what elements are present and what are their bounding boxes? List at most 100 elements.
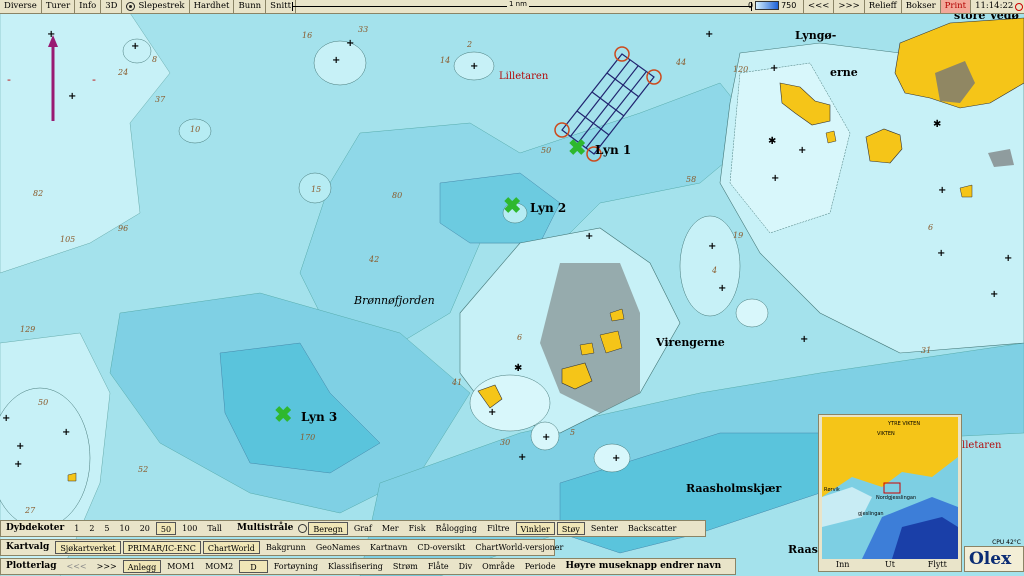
- panel-plotter-layers: Plotterlag <<< >>> Anlegg MOM1 MOM2 D Fo…: [0, 558, 736, 575]
- multibeam-ralogging[interactable]: Rålogging: [432, 522, 481, 535]
- depth-value: 4: [712, 266, 718, 275]
- menu-slepestrek[interactable]: Slepestrek: [122, 0, 190, 13]
- depth-value: 44: [676, 58, 687, 67]
- contour-2[interactable]: 2: [85, 522, 98, 535]
- layers-next-button[interactable]: >>>: [93, 560, 121, 573]
- depth-value: 6: [517, 333, 523, 342]
- multibeam-backscatter[interactable]: Backscatter: [624, 522, 680, 535]
- menu-turer[interactable]: Turer: [42, 0, 76, 13]
- layer-flate[interactable]: Flåte: [424, 560, 453, 573]
- depth-value: 33: [358, 25, 369, 34]
- place-raasholmskjaer: Raasholmskjær: [686, 482, 782, 495]
- radio-icon[interactable]: [298, 524, 308, 533]
- clock: 11:14:22: [971, 0, 1024, 13]
- contour-tall[interactable]: Tall: [203, 522, 226, 535]
- layer-klassifisering[interactable]: Klassifisering: [324, 560, 387, 573]
- overview-label: VIKTEN: [877, 431, 895, 437]
- chart-chartworld[interactable]: ChartWorld: [202, 541, 260, 554]
- menu-diverse[interactable]: Diverse: [0, 0, 42, 13]
- depth-value: 30: [500, 438, 511, 447]
- multibeam-vinkler[interactable]: Vinkler: [515, 522, 555, 535]
- chart-geonames[interactable]: GeoNames: [312, 541, 364, 554]
- zoom-out-button[interactable]: Ut: [866, 558, 913, 571]
- nav-next-button[interactable]: >>>: [834, 0, 865, 13]
- boxes-button[interactable]: Bokser: [902, 0, 941, 13]
- nav-prev-button[interactable]: <<<: [803, 0, 835, 13]
- depth-value: 96: [118, 224, 129, 233]
- overview-label: Rørvik: [824, 487, 840, 493]
- depth-value: 42: [369, 255, 380, 264]
- multibeam-graf[interactable]: Graf: [350, 522, 376, 535]
- layer-strom[interactable]: Strøm: [389, 560, 422, 573]
- x-mark-icon: ✖: [274, 402, 293, 428]
- overview-label: Nordgjesslingan: [876, 495, 917, 501]
- contour-50[interactable]: 50: [155, 522, 177, 535]
- depth-gradient: [755, 1, 780, 10]
- menu-bunn[interactable]: Bunn: [234, 0, 267, 13]
- waypoint-label: Lyn 1: [595, 143, 632, 157]
- olex-logo: Olex CPU 42°C: [964, 539, 1024, 572]
- place-raas: Raas: [788, 543, 818, 556]
- depth-value: 120: [733, 65, 749, 74]
- waypoint-label: Lyn 2: [530, 201, 567, 215]
- move-button[interactable]: Flytt: [914, 558, 961, 571]
- multibeam-mer[interactable]: Mer: [378, 522, 403, 535]
- contour-20[interactable]: 20: [136, 522, 154, 535]
- multibeam-senter[interactable]: Senter: [587, 522, 622, 535]
- layer-div[interactable]: Div: [455, 560, 477, 573]
- depth-value: 14: [440, 56, 451, 65]
- layers-prev-button[interactable]: <<<: [63, 560, 91, 573]
- chart-chartworld-versions[interactable]: ChartWorld-versjoner: [471, 541, 567, 554]
- depth-value: 10: [190, 125, 201, 134]
- layer-mom2[interactable]: MOM2: [201, 560, 237, 573]
- depth-max: 750: [781, 1, 797, 10]
- multibeam-stoy[interactable]: Støy: [556, 522, 585, 535]
- contour-1[interactable]: 1: [70, 522, 83, 535]
- depth-value: 8: [152, 55, 158, 64]
- x-mark-icon: ✖: [568, 135, 587, 161]
- menu-info[interactable]: Info: [75, 0, 102, 13]
- depth-value: 27: [25, 506, 36, 515]
- depth-value: 58: [686, 175, 697, 184]
- chart-kartnavn[interactable]: Kartnavn: [366, 541, 411, 554]
- multibeam-beregn[interactable]: Beregn: [308, 522, 348, 535]
- chart-primar[interactable]: PRIMAR/IC-ENC: [122, 541, 201, 554]
- depth-value: 129: [20, 325, 36, 334]
- overview-label: gjeslingan: [858, 511, 884, 517]
- depth-value: 5: [570, 428, 576, 437]
- panel-depth-contours: Dybdekoter 1 2 5 10 20 50 100 Tall Multi…: [0, 520, 706, 537]
- plotter-layers-title: Plotterlag: [6, 561, 57, 571]
- logo-text: Olex: [969, 549, 1012, 569]
- menu-hardhet[interactable]: Hardhet: [190, 0, 235, 13]
- relief-button[interactable]: Relieff: [865, 0, 902, 13]
- depth-value: 2: [467, 40, 473, 49]
- target-icon: [126, 2, 136, 11]
- layer-periode[interactable]: Periode: [521, 560, 560, 573]
- zoom-in-button[interactable]: Inn: [819, 558, 866, 571]
- depth-value: 52: [138, 465, 149, 474]
- time-display: 11:14:22: [975, 1, 1014, 11]
- multibeam-fisk[interactable]: Fisk: [405, 522, 430, 535]
- contour-5[interactable]: 5: [100, 522, 113, 535]
- chart-bakgrunn[interactable]: Bakgrunn: [262, 541, 310, 554]
- contour-100[interactable]: 100: [178, 522, 201, 535]
- place-erne: erne: [830, 66, 858, 79]
- menu-3d[interactable]: 3D: [101, 0, 123, 13]
- layer-omrade[interactable]: Område: [478, 560, 519, 573]
- cpu-temp: CPU 42°C: [992, 539, 1021, 546]
- layer-fortoyning[interactable]: Fortøyning: [270, 560, 322, 573]
- multibeam-filtre[interactable]: Filtre: [483, 522, 513, 535]
- print-button[interactable]: Print: [940, 0, 972, 13]
- multibeam-title: Multistråle: [236, 523, 294, 533]
- depth-value: 37: [155, 95, 166, 104]
- depth-value: 50: [38, 398, 49, 407]
- scale-bar: 1 nm: [292, 0, 752, 11]
- chart-sjokartverket[interactable]: Sjøkartverket: [55, 541, 121, 554]
- layer-mom1[interactable]: MOM1: [163, 560, 199, 573]
- overview-map[interactable]: YTRE VIKTEN VIKTEN Nordgjesslingan gjesl…: [822, 417, 958, 559]
- layer-d[interactable]: D: [239, 560, 268, 573]
- chart-cd-oversikt[interactable]: CD-oversikt: [413, 541, 469, 554]
- contour-10[interactable]: 10: [116, 522, 134, 535]
- layer-anlegg[interactable]: Anlegg: [122, 560, 162, 573]
- scale-label: 1 nm: [507, 0, 529, 8]
